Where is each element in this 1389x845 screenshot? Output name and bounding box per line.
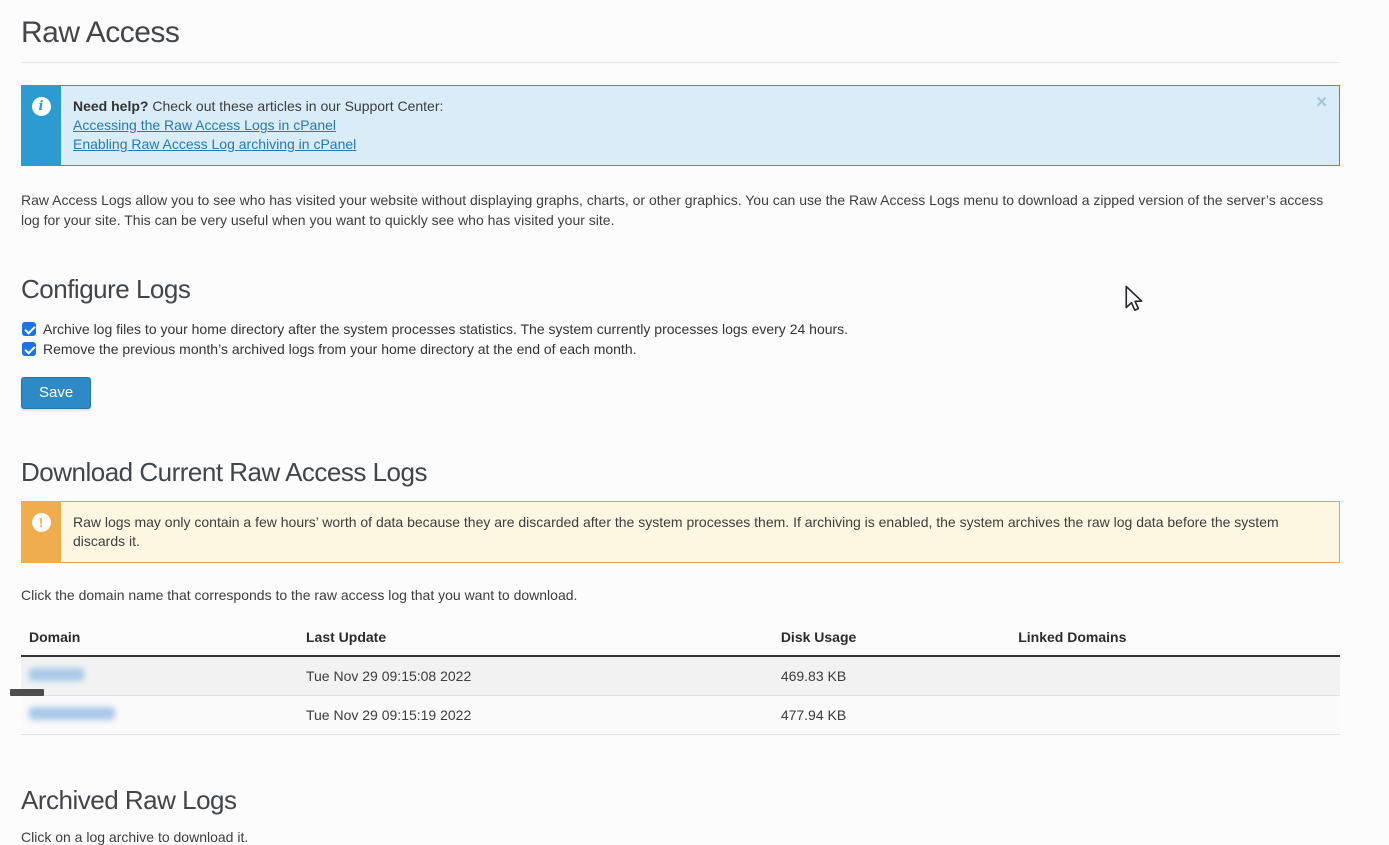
- warning-callout-stripe: !: [21, 501, 61, 563]
- domain-link-redacted[interactable]: [29, 668, 84, 681]
- download-raw-logs-section: Download Current Raw Access Logs ! Raw l…: [21, 457, 1340, 735]
- domain-cell: [21, 656, 298, 696]
- last-update-cell: Tue Nov 29 09:15:08 2022: [298, 656, 773, 696]
- archive-logs-checkbox[interactable]: [22, 322, 36, 336]
- configure-logs-heading: Configure Logs: [21, 274, 1340, 305]
- help-callout: i Need help? Check out these articles in…: [21, 85, 1340, 166]
- domain-link-redacted[interactable]: [29, 707, 115, 720]
- close-icon[interactable]: ✕: [1315, 95, 1328, 110]
- help-heading: Need help?: [73, 98, 148, 114]
- help-callout-body: Need help? Check out these articles in o…: [61, 85, 1340, 166]
- download-raw-logs-heading: Download Current Raw Access Logs: [21, 457, 1340, 488]
- info-icon: i: [32, 97, 51, 116]
- archived-raw-logs-heading: Archived Raw Logs: [21, 785, 1340, 816]
- warning-callout-body: Raw logs may only contain a few hours’ w…: [61, 501, 1340, 563]
- raw-access-logs-table: Domain Last Update Disk Usage Linked Dom…: [21, 621, 1340, 735]
- archive-logs-row: Archive log files to your home directory…: [21, 319, 1340, 339]
- page-title: Raw Access: [21, 16, 1340, 50]
- page-header: Raw Access: [21, 0, 1340, 63]
- domain-cell: [21, 696, 298, 735]
- column-header-domain: Domain: [21, 621, 298, 656]
- raw-logs-warning-callout: ! Raw logs may only contain a few hours’…: [21, 501, 1340, 563]
- linked-domains-cell: [1010, 696, 1340, 735]
- download-instruction: Click the domain name that corresponds t…: [21, 586, 1340, 605]
- disk-usage-cell: 477.94 KB: [773, 696, 1010, 735]
- remove-archived-logs-label[interactable]: Remove the previous month’s archived log…: [43, 339, 637, 359]
- intro-paragraph: Raw Access Logs allow you to see who has…: [21, 190, 1340, 230]
- remove-archived-logs-checkbox[interactable]: [22, 342, 36, 356]
- archive-logs-label[interactable]: Archive log files to your home directory…: [43, 319, 848, 339]
- linked-domains-cell: [1010, 656, 1340, 696]
- warning-text: Raw logs may only contain a few hours’ w…: [73, 514, 1279, 549]
- column-header-linked-domains: Linked Domains: [1010, 621, 1340, 656]
- column-header-last-update: Last Update: [298, 621, 773, 656]
- table-row: Tue Nov 29 09:15:19 2022 477.94 KB: [21, 696, 1340, 735]
- redacted-status-bar: [10, 689, 44, 696]
- info-callout-stripe: i: [21, 85, 61, 166]
- archived-instruction: Click on a log archive to download it.: [21, 829, 1340, 845]
- help-callout-text: Need help? Check out these articles in o…: [73, 97, 1309, 116]
- help-text: Check out these articles in our Support …: [148, 98, 443, 114]
- last-update-cell: Tue Nov 29 09:15:19 2022: [298, 696, 773, 735]
- warning-icon: !: [32, 513, 51, 532]
- remove-archived-logs-row: Remove the previous month’s archived log…: [21, 339, 1340, 359]
- table-header-row: Domain Last Update Disk Usage Linked Dom…: [21, 621, 1340, 656]
- link-accessing-raw-access-logs[interactable]: Accessing the Raw Access Logs in cPanel: [73, 116, 1309, 135]
- column-header-disk-usage: Disk Usage: [773, 621, 1010, 656]
- save-button[interactable]: Save: [21, 377, 91, 409]
- link-enabling-raw-access-log-archiving[interactable]: Enabling Raw Access Log archiving in cPa…: [73, 135, 1309, 154]
- table-row: Tue Nov 29 09:15:08 2022 469.83 KB: [21, 656, 1340, 696]
- archived-raw-logs-section: Archived Raw Logs Click on a log archive…: [21, 785, 1340, 845]
- configure-logs-section: Configure Logs Archive log files to your…: [21, 274, 1340, 409]
- disk-usage-cell: 469.83 KB: [773, 656, 1010, 696]
